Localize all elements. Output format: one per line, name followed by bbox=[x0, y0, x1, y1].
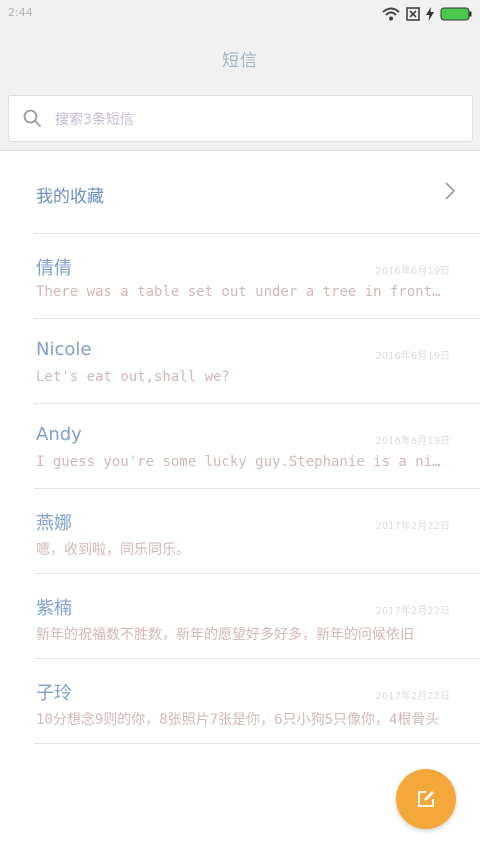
charging-icon bbox=[426, 7, 434, 21]
favorites-item[interactable]: 我的收藏 bbox=[34, 151, 480, 234]
conversation-row[interactable]: 倩倩 2016年6月19日 There was a table set out … bbox=[34, 234, 480, 319]
conversation-row[interactable]: 子玲 2017年2月22日 10分想念9则的你，8张照片7张是你，6只小狗5只像… bbox=[34, 659, 480, 744]
contact-name: Andy bbox=[36, 424, 82, 445]
contact-name: 燕娜 bbox=[36, 513, 72, 534]
search-input[interactable]: 搜索3条短信 bbox=[8, 95, 473, 142]
message-preview: I guess you're some lucky guy.Stephanie … bbox=[36, 454, 446, 470]
message-preview: 嗯，收到啦，同乐同乐。 bbox=[36, 542, 190, 558]
status-time: 2:44 bbox=[8, 6, 33, 19]
contact-name: Nicole bbox=[36, 339, 92, 360]
compose-icon bbox=[418, 791, 434, 807]
contact-name: 紫楠 bbox=[36, 598, 72, 619]
message-date: 2017年2月22日 bbox=[375, 691, 450, 702]
search-placeholder: 搜索3条短信 bbox=[55, 112, 134, 128]
favorites-label: 我的收藏 bbox=[36, 187, 104, 207]
compose-button[interactable] bbox=[396, 769, 456, 829]
message-preview: Let's eat out,shall we? bbox=[36, 369, 230, 385]
conversation-row[interactable]: 紫楠 2017年2月22日 新年的祝福数不胜数，新年的愿望好多好多，新年的问候依… bbox=[34, 574, 480, 659]
battery-icon bbox=[440, 7, 472, 21]
message-date: 2016年6月19日 bbox=[375, 351, 450, 362]
search-icon bbox=[23, 109, 41, 127]
conversation-list: 我的收藏 倩倩 2016年6月19日 There was a table set… bbox=[0, 151, 480, 744]
no-sim-icon bbox=[406, 7, 420, 21]
wifi-icon bbox=[382, 7, 400, 21]
status-icons bbox=[382, 5, 472, 23]
page-title: 短信 bbox=[222, 51, 258, 71]
message-preview: 10分想念9则的你，8张照片7张是你，6只小狗5只像你，4根骨头 bbox=[36, 712, 440, 728]
app-bar: 短信 bbox=[0, 28, 480, 88]
message-preview: There was a table set out under a tree i… bbox=[36, 284, 446, 300]
conversation-row[interactable]: 燕娜 2017年2月22日 嗯，收到啦，同乐同乐。 bbox=[34, 489, 480, 574]
message-date: 2016年6月19日 bbox=[375, 436, 450, 447]
chevron-right-icon bbox=[445, 182, 456, 200]
conversation-row[interactable]: Andy 2016年6月19日 I guess you're some luck… bbox=[34, 404, 480, 489]
search-bar: 搜索3条短信 bbox=[0, 88, 480, 151]
message-date: 2017年2月22日 bbox=[375, 606, 450, 617]
status-bar: 2:44 bbox=[0, 0, 480, 28]
contact-name: 子玲 bbox=[36, 683, 72, 704]
message-date: 2016年6月19日 bbox=[375, 266, 450, 277]
message-date: 2017年2月22日 bbox=[375, 521, 450, 532]
contact-name: 倩倩 bbox=[36, 258, 72, 279]
message-preview: 新年的祝福数不胜数，新年的愿望好多好多，新年的问候依旧 bbox=[36, 627, 414, 643]
conversation-row[interactable]: Nicole 2016年6月19日 Let's eat out,shall we… bbox=[34, 319, 480, 404]
